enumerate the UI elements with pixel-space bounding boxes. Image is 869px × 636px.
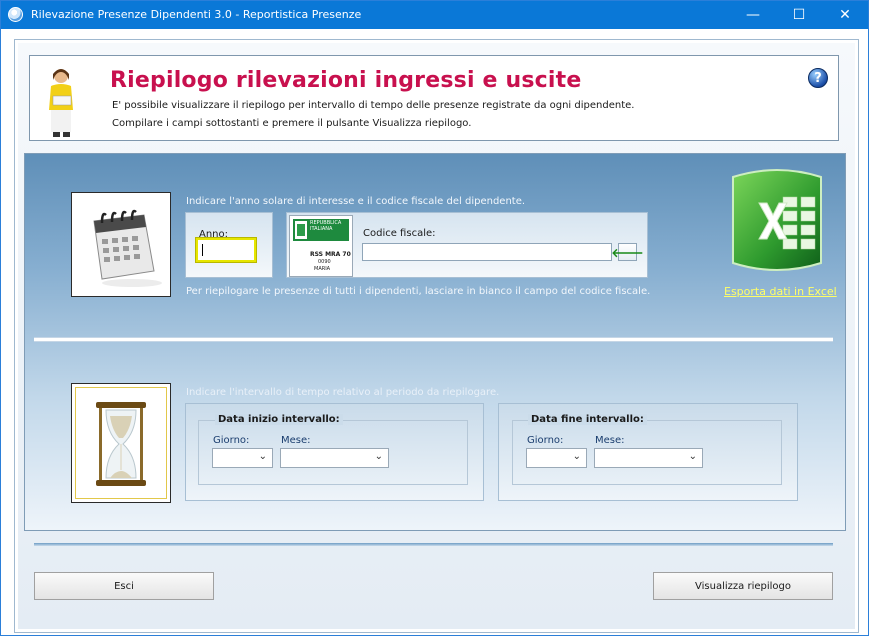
arrow-left-button[interactable]: 🡐	[611, 243, 644, 261]
year-fiscal-hint: Indicare l'anno solare di interesse e il…	[186, 196, 526, 207]
start-month-label: Mese:	[281, 435, 311, 446]
end-day-label: Giorno:	[527, 435, 564, 446]
export-excel-link[interactable]: Esporta dati in Excel	[724, 285, 837, 298]
end-month-select[interactable]: ⌄	[594, 448, 703, 468]
all-employees-hint: Per riepilogare le presenze di tutti i d…	[186, 286, 651, 297]
card-country-text: REPUBBLICA ITALIANA	[310, 220, 342, 232]
maximize-button[interactable]: ☐	[776, 1, 822, 29]
chevron-down-icon: ⌄	[374, 451, 383, 462]
section-separator	[34, 337, 833, 342]
codice-fiscale-label: Codice fiscale:	[363, 228, 436, 239]
chevron-down-icon: ⌄	[258, 451, 267, 462]
close-button[interactable]: ✕	[822, 1, 868, 29]
window-title: Rilevazione Presenze Dipendenti 3.0 - Re…	[31, 8, 362, 21]
page-title: Riepilogo rilevazioni ingressi e uscite	[110, 68, 582, 93]
start-month-select[interactable]: ⌄	[280, 448, 389, 468]
end-interval-title: Data fine intervallo:	[528, 414, 647, 425]
anno-input[interactable]	[195, 237, 257, 263]
person-reading-icon	[49, 69, 73, 137]
help-icon[interactable]: ?	[808, 68, 828, 88]
end-month-label: Mese:	[595, 435, 625, 446]
card-name-text: MARIA	[314, 266, 331, 272]
header-panel: Riepilogo rilevazioni ingressi e uscite …	[29, 55, 839, 141]
start-day-select[interactable]: ⌄	[212, 448, 273, 468]
header-description-2: Compilare i campi sottostanti e premere …	[112, 118, 472, 129]
arrow-left-icon: 🡐	[611, 245, 644, 260]
excel-icon[interactable]	[723, 167, 831, 277]
calendar-icon	[93, 209, 162, 287]
header-description-1: E' possibile visualizzare il riepilogo p…	[112, 100, 635, 111]
exit-button[interactable]: Esci	[34, 572, 214, 600]
end-day-select[interactable]: ⌄	[526, 448, 587, 468]
start-day-label: Giorno:	[213, 435, 250, 446]
card-number-text: 0090	[318, 259, 331, 265]
hourglass-image	[71, 383, 171, 503]
footer-separator	[34, 543, 833, 546]
text-caret	[202, 244, 203, 256]
chevron-down-icon: ⌄	[572, 451, 581, 462]
app-icon	[8, 7, 23, 22]
hourglass-icon	[96, 402, 146, 486]
minimize-button[interactable]: —	[730, 1, 776, 29]
title-bar: Rilevazione Presenze Dipendenti 3.0 - Re…	[1, 1, 868, 29]
start-interval-title: Data inizio intervallo:	[215, 414, 343, 425]
app-window: Rilevazione Presenze Dipendenti 3.0 - Re…	[0, 0, 869, 636]
codice-fiscale-input[interactable]	[362, 243, 612, 261]
view-summary-button[interactable]: Visualizza riepilogo	[653, 572, 833, 600]
chevron-down-icon: ⌄	[688, 451, 697, 462]
interval-hint: Indicare l'intervallo di tempo relativo …	[186, 387, 500, 398]
calendar-image	[71, 192, 171, 297]
card-code-text: RSS MRA 70	[310, 251, 351, 258]
fiscal-card-image: REPUBBLICA ITALIANA RSS MRA 70 0090 MARI…	[289, 215, 353, 277]
